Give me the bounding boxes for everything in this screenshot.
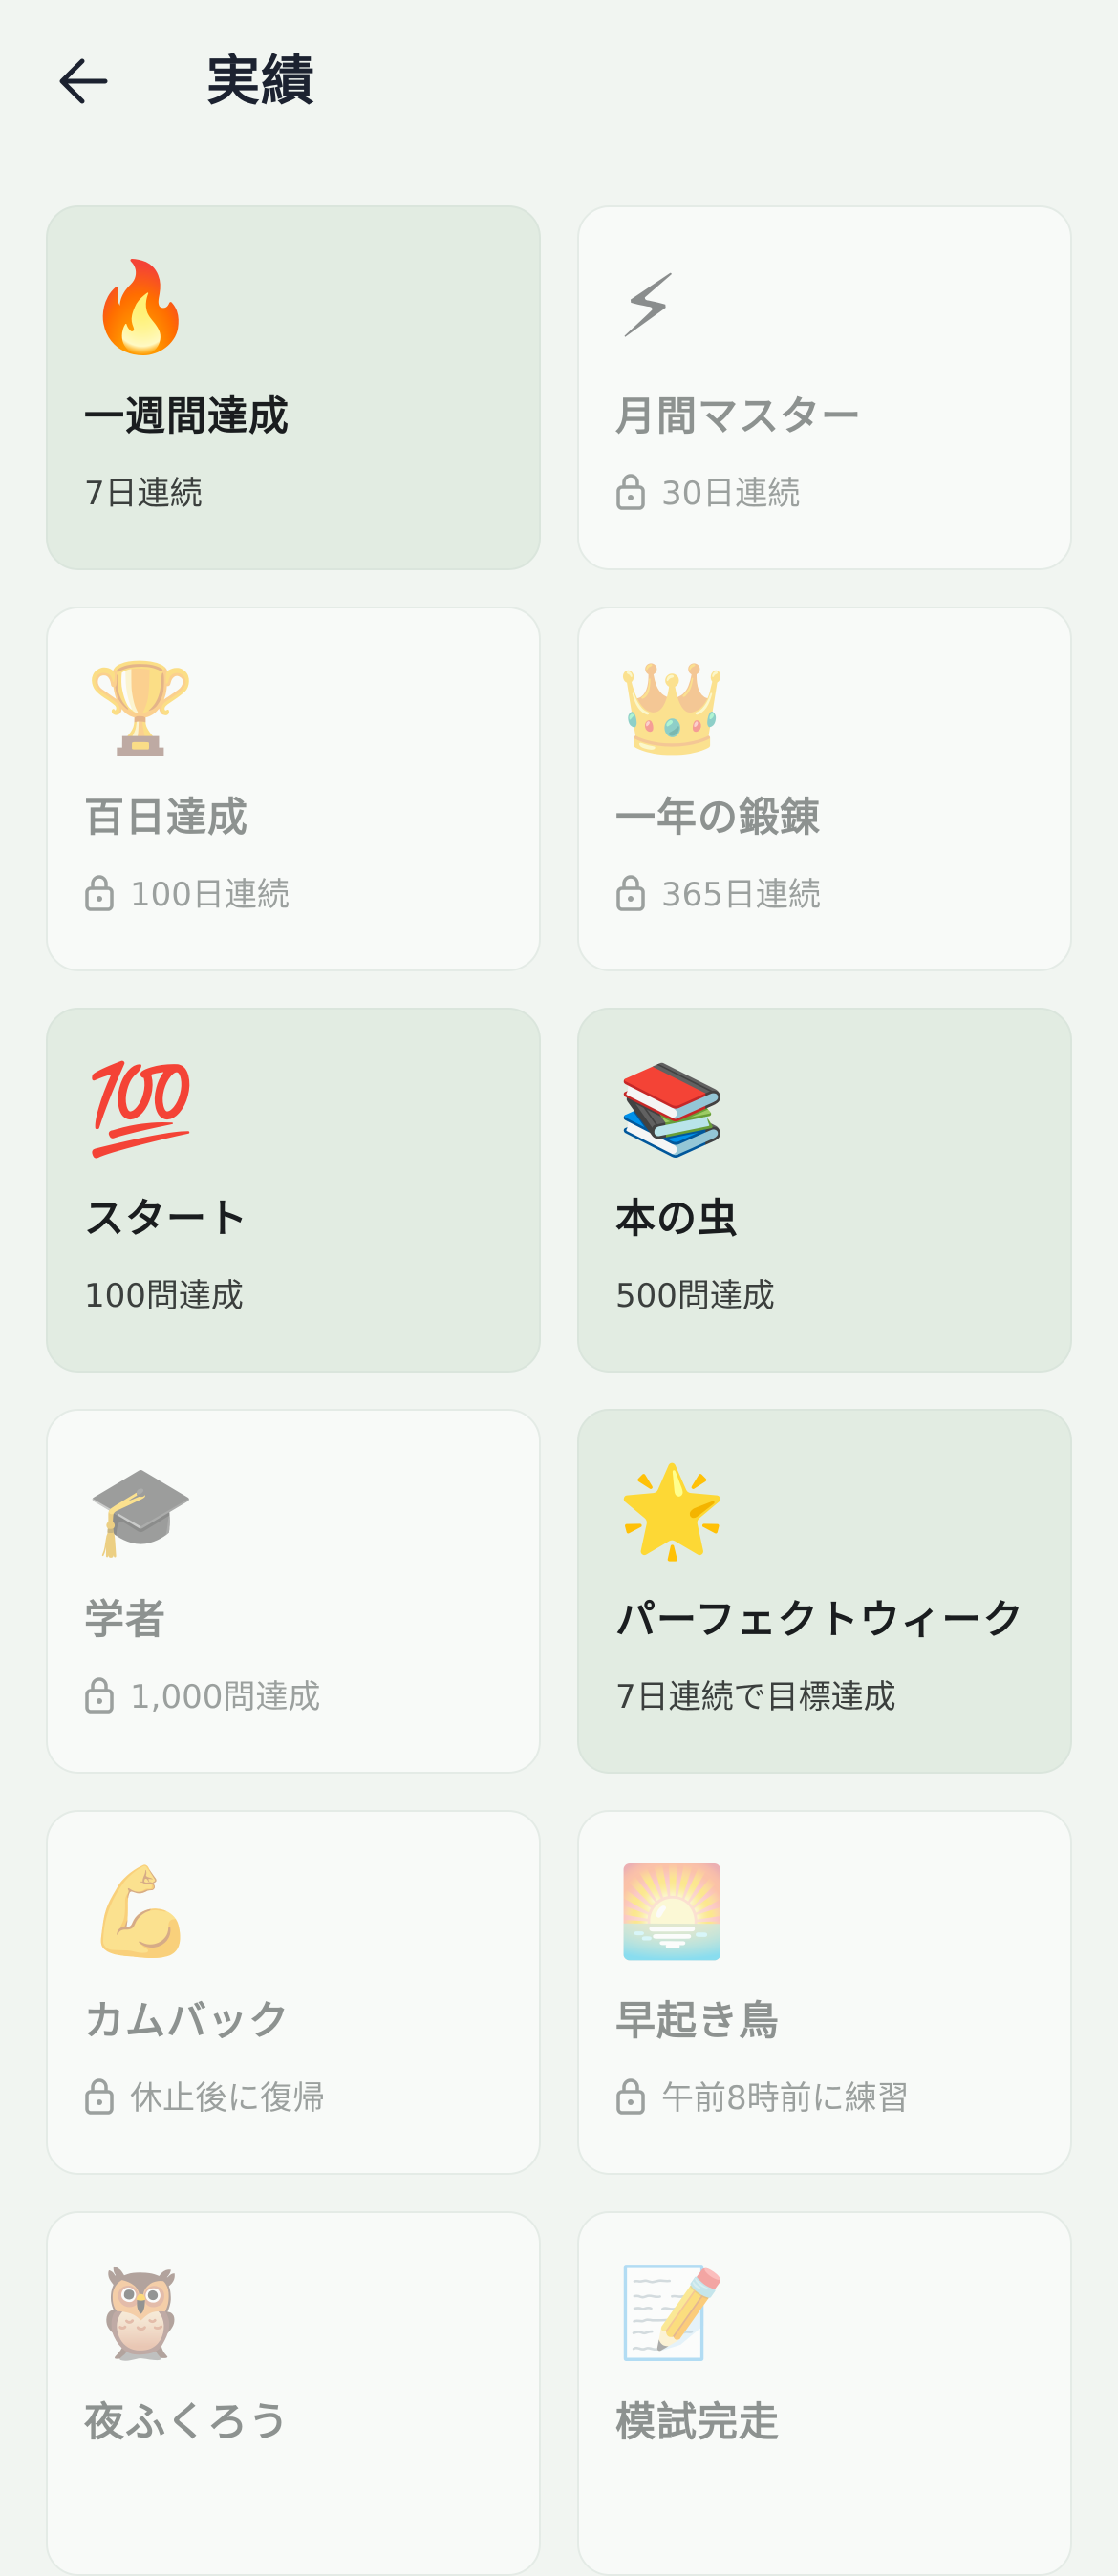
achievement-card[interactable]: 🎓 学者 1,000問達成 — [46, 1409, 541, 1774]
achievement-requirement-text: 午前8時前に練習 — [661, 2079, 910, 2118]
achievement-requirement-text: 30日連続 — [661, 475, 801, 513]
achievement-card[interactable]: 🏆 百日達成 100日連続 — [46, 607, 541, 971]
achievement-card[interactable]: 🌅 早起き鳥午前8時前に練習 — [577, 1810, 1072, 2175]
achievement-requirement: 100日連続 — [84, 868, 290, 915]
achievements-grid: 🔥 一週間達成 7日連続 ⚡ 月間マスター 30日連続 🏆 百日達成 100日連続 👑 一年の鍛錬 3… — [46, 205, 1072, 2576]
achievement-requirement-text: 7日連続 — [84, 475, 203, 513]
arrow-left-icon — [59, 58, 108, 104]
achievement-card[interactable]: 👑 一年の鍛錬 365日連続 — [577, 607, 1072, 971]
trophy-icon: 🏆 — [86, 657, 196, 759]
lock-icon — [84, 873, 115, 911]
achievement-title: 一年の鍛錬 — [615, 794, 822, 841]
achievement-title: 模試完走 — [615, 2398, 781, 2445]
achievement-requirement: 500問達成 — [615, 1269, 775, 1316]
lock-icon — [615, 2076, 646, 2115]
achievement-requirement: 30日連続 — [615, 467, 800, 514]
lightning-icon: ⚡ — [617, 256, 679, 358]
lock-icon — [84, 2076, 115, 2115]
sunrise-icon: 🌅 — [617, 1861, 727, 1963]
achievement-requirement-text: 100問達成 — [84, 1277, 244, 1315]
crown-icon: 👑 — [617, 657, 727, 759]
achievement-title: 百日達成 — [84, 794, 249, 841]
achievement-requirement-text: 500問達成 — [615, 1277, 775, 1315]
achievement-title: 早起き鳥 — [615, 1997, 781, 2044]
achievement-card[interactable]: 📝 模試完走 — [577, 2211, 1072, 2576]
fire-icon: 🔥 — [86, 256, 196, 358]
achievement-title: スタート — [84, 1195, 249, 1242]
achievement-title: 学者 — [84, 1596, 167, 1643]
achievement-requirement: 1,000問達成 — [84, 1671, 320, 1717]
achievement-requirement-text: 7日連続で目標達成 — [615, 1678, 896, 1716]
achievement-title: 夜ふくろう — [84, 2398, 290, 2445]
achievement-requirement-text: 100日連続 — [130, 876, 290, 914]
lock-icon — [615, 873, 646, 911]
achievement-requirement-text: 休止後に復帰 — [130, 2079, 325, 2118]
achievement-title: 一週間達成 — [84, 393, 290, 439]
achievement-requirement: 365日連続 — [615, 868, 821, 915]
back-button[interactable] — [48, 42, 117, 120]
achievement-requirement-text: 1,000問達成 — [130, 1678, 321, 1716]
books-icon: 📚 — [617, 1058, 727, 1160]
graduation-cap-icon: 🎓 — [86, 1459, 196, 1562]
achievement-title: 本の虫 — [615, 1195, 740, 1242]
flexed-biceps-icon: 💪 — [86, 1861, 196, 1963]
glowing-star-icon: 🌟 — [617, 1459, 727, 1562]
achievement-title: 月間マスター — [615, 393, 863, 439]
achievement-requirement: 7日連続 — [84, 467, 203, 514]
owl-icon: 🦉 — [86, 2262, 196, 2364]
lock-icon — [84, 1675, 115, 1714]
achievement-title: カムバック — [84, 1997, 290, 2044]
lock-icon — [615, 472, 646, 510]
achievement-card[interactable]: 🌟 パーフェクトウィーク 7日連続で目標達成 — [577, 1409, 1072, 1774]
hundred-points-icon: 💯 — [86, 1058, 196, 1160]
page-title: 実績 — [206, 51, 315, 113]
memo-icon: 📝 — [617, 2262, 727, 2364]
achievement-card[interactable]: 💯 スタート 100問達成 — [46, 1008, 541, 1373]
achievement-requirement: 7日連続で目標達成 — [615, 1671, 896, 1717]
achievement-requirement: 100問達成 — [84, 1269, 244, 1316]
achievement-card[interactable]: 💪 カムバック休止後に復帰 — [46, 1810, 541, 2175]
top-bar: 実績 — [0, 0, 1118, 162]
achievement-card[interactable]: 🔥 一週間達成 7日連続 — [46, 205, 541, 570]
achievement-requirement-text: 365日連続 — [661, 876, 821, 914]
achievement-card[interactable]: ⚡ 月間マスター 30日連続 — [577, 205, 1072, 570]
achievement-card[interactable]: 📚 本の虫 500問達成 — [577, 1008, 1072, 1373]
achievement-requirement: 休止後に復帰 — [84, 2072, 325, 2118]
achievement-title: パーフェクトウィーク — [615, 1596, 1024, 1643]
achievement-card[interactable]: 🦉 夜ふくろう — [46, 2211, 541, 2576]
achievement-requirement: 午前8時前に練習 — [615, 2072, 910, 2118]
